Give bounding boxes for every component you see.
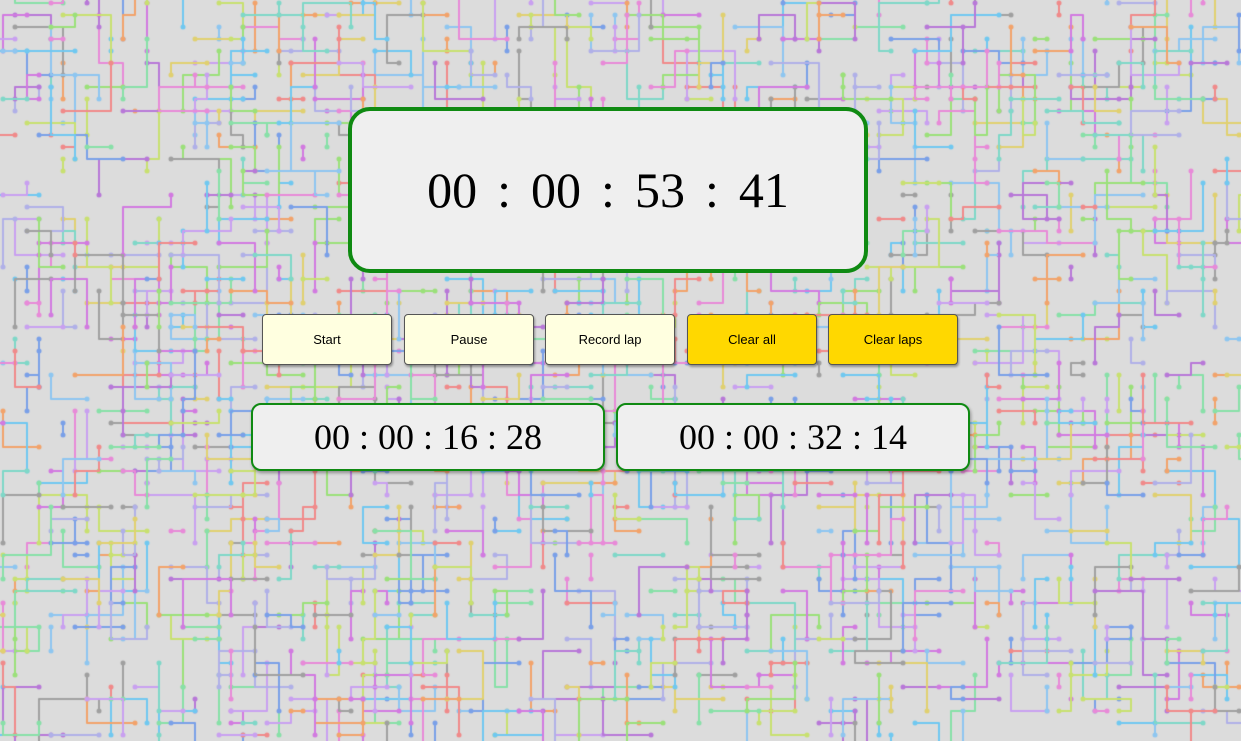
clear-all-button[interactable]: Clear all [687,314,817,365]
start-button[interactable]: Start [262,314,392,365]
control-buttons: Start Pause Record lap Clear all Clear l… [262,314,962,366]
lap-time-1: 00 : 00 : 16 : 28 [251,403,605,471]
clear-laps-button[interactable]: Clear laps [828,314,958,365]
hundredths-value: 41 [738,162,789,218]
time-separator: : [601,162,615,218]
record-lap-button[interactable]: Record lap [545,314,675,365]
main-time-readout: 00 : 00 : 53 : 41 [427,161,789,219]
time-separator: : [497,162,512,218]
stopwatch-display: 00 : 00 : 53 : 41 [348,107,868,273]
pause-button[interactable]: Pause [404,314,534,365]
time-separator: : [704,162,719,218]
seconds-value: 53 [634,162,685,218]
hours-value: 00 [427,162,478,218]
minutes-value: 00 [531,162,582,218]
lap-time-2: 00 : 00 : 32 : 14 [616,403,970,471]
